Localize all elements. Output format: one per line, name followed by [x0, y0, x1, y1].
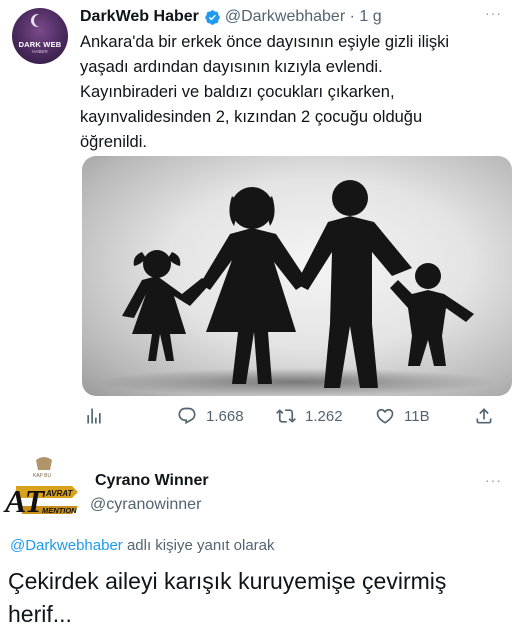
view-analytics-button[interactable]: [84, 400, 113, 432]
replying-to-suffix: adlı kişiye yanıt olarak: [122, 537, 275, 554]
tweet-time[interactable]: 1 g: [359, 8, 381, 26]
header-separator: ·: [349, 8, 355, 25]
heart-icon: [376, 408, 394, 424]
tweet-text-line: öğrenildi.: [80, 133, 147, 151]
tweet-text-line: Kayınbiraderi ve baldızı çocukları çıkar…: [80, 83, 395, 101]
avatar-logo-text: DARK WEB: [18, 40, 62, 49]
more-options-icon[interactable]: ···: [485, 5, 502, 21]
tweet-actions-bar: 1.668 1.262 11B: [82, 400, 512, 432]
paper-family-cutout-image: [97, 180, 497, 396]
reply-tweet: KAP BU AT AVRAT MENTION Cyrano Winner @c…: [0, 448, 531, 644]
tweet-text: Ankara'da bir erkek önce dayısının eşiyl…: [80, 30, 520, 155]
tweet-image[interactable]: [82, 156, 512, 396]
avatar-logo-subtext: HABER: [32, 49, 48, 54]
reply-more-options-icon[interactable]: ···: [485, 472, 502, 488]
author-handle[interactable]: @Darkwebhaber: [225, 8, 345, 26]
share-button[interactable]: [474, 400, 503, 432]
tweet-text-line: yaşadı ardından dayısının kızıyla evlend…: [80, 58, 383, 76]
share-icon: [476, 408, 492, 424]
tweet: DARK WEB HABER DarkWeb Haber @Darkwebhab…: [0, 0, 531, 440]
moon-icon: [34, 14, 47, 27]
avatar-logo-big-text: AT: [3, 483, 46, 519]
replying-to: @Darkwebhaber adlı kişiye yanıt olarak: [10, 537, 275, 554]
avatar-logo-bottom-text: MENTION: [42, 506, 77, 515]
avatar-logo-small-text: KAP BU: [33, 473, 52, 479]
replying-to-mention[interactable]: @Darkwebhaber: [10, 537, 123, 554]
avatar-logo-top-text: AVRAT: [45, 489, 73, 498]
author-avatar[interactable]: DARK WEB HABER: [12, 8, 68, 64]
reply-text: Çekirdek aileyi karışık kuruyemişe çevir…: [8, 565, 528, 631]
analytics-icon: [87, 408, 101, 424]
reply-text-line: Çekirdek aileyi karışık kuruyemişe çevir…: [8, 568, 447, 594]
reply-button[interactable]: 1.668: [177, 400, 244, 432]
like-button[interactable]: 11B: [375, 400, 430, 432]
emblem-icon: [36, 457, 52, 470]
author-name[interactable]: DarkWeb Haber: [80, 8, 199, 26]
tweet-text-line: Ankara'da bir erkek önce dayısının eşiyl…: [80, 33, 450, 51]
reply-author-avatar[interactable]: KAP BU AT AVRAT MENTION: [2, 456, 84, 532]
retweet-icon: [276, 409, 296, 423]
reply-count: 1.668: [206, 407, 244, 425]
reply-author-handle[interactable]: @cyranowinner: [90, 496, 201, 514]
reply-icon: [178, 407, 196, 425]
reply-author-name[interactable]: Cyrano Winner: [95, 472, 209, 490]
reply-text-line: herif...: [8, 601, 72, 627]
retweet-count: 1.262: [305, 407, 343, 425]
retweet-button[interactable]: 1.262: [276, 400, 343, 432]
tweet-header: DarkWeb Haber @Darkwebhaber · 1 g: [80, 6, 382, 28]
like-count: 11B: [404, 407, 430, 425]
verified-badge-icon: [205, 9, 220, 25]
tweet-text-line: kayınvalidesinden 2, kızından 2 çocuğu o…: [80, 108, 423, 126]
